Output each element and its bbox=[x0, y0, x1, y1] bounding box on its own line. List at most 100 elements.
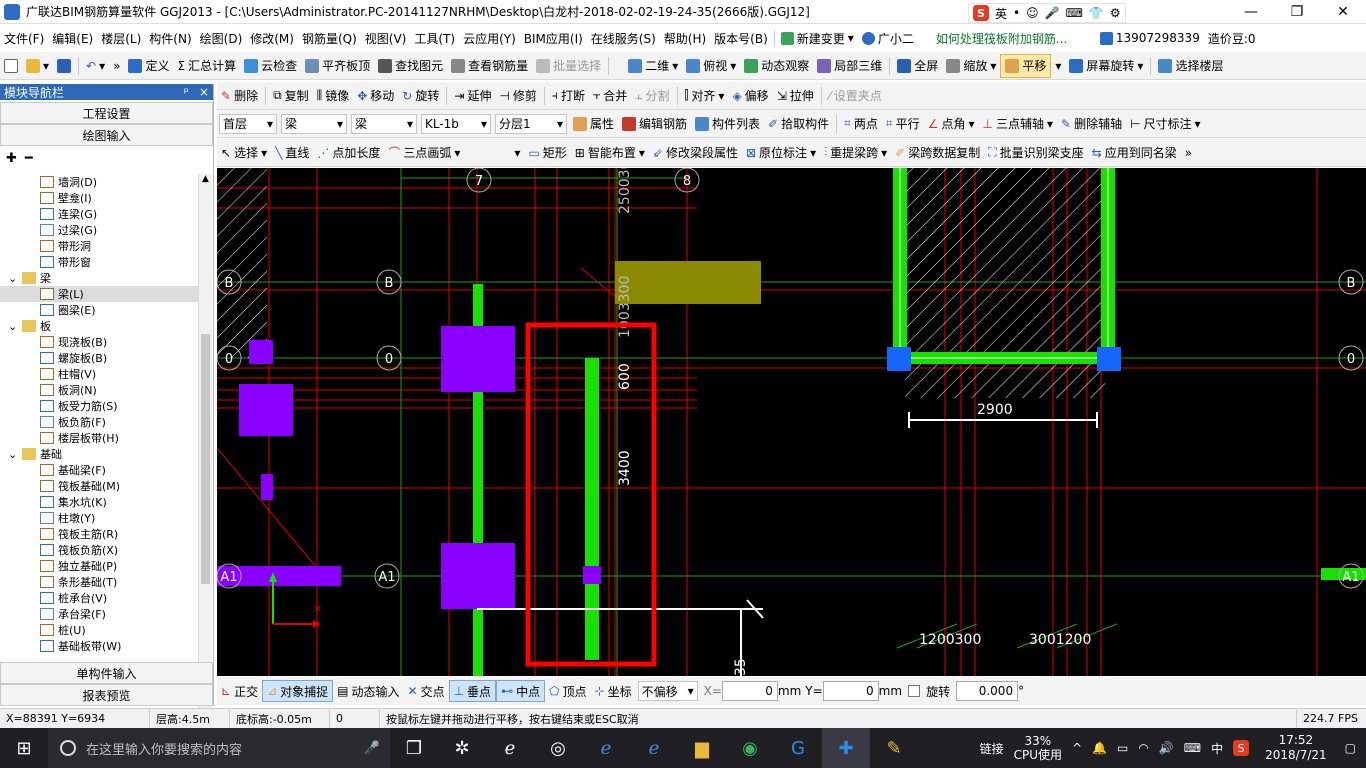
menu-tools[interactable]: 工具(T) bbox=[410, 30, 459, 47]
tree-item[interactable]: 柱帽(V) bbox=[0, 366, 198, 382]
rotate-input[interactable] bbox=[956, 681, 1019, 701]
type-select-1[interactable]: 梁 ▾ bbox=[281, 113, 347, 134]
stretch-button[interactable]: ⇲ 拉伸 bbox=[773, 84, 818, 108]
toolbar-overflow-4[interactable]: » bbox=[1181, 141, 1196, 165]
ime-settings-icon[interactable]: ⚙ bbox=[1110, 6, 1121, 20]
component-select[interactable]: KL-1b ▾ bbox=[421, 113, 491, 134]
view-rebar-button[interactable]: 查看钢筋量 bbox=[447, 54, 532, 78]
local-3d-button[interactable]: 局部三维 bbox=[813, 54, 886, 78]
tree-item[interactable]: 楼层板带(H) bbox=[0, 430, 198, 446]
taskbar-search[interactable]: 在这里输入你要搜索的内容 🎤 bbox=[48, 728, 390, 768]
point-angle-dropdown[interactable]: ∠ 点角 ▾ bbox=[924, 112, 979, 136]
collapse-all-icon[interactable]: ━ bbox=[25, 151, 33, 166]
move-button[interactable]: ✥ 移动 bbox=[353, 84, 398, 108]
beans-count[interactable]: 造价豆:0 bbox=[1204, 30, 1260, 47]
project-settings-tab[interactable]: 工程设置 bbox=[0, 102, 213, 124]
screen-rotate-dropdown[interactable]: 屏幕旋转 ▾ bbox=[1065, 54, 1147, 78]
dimension-dropdown[interactable]: ⊢ 尺寸标注 ▾ bbox=[1126, 112, 1205, 136]
open-file-button[interactable]: ▾ bbox=[22, 54, 53, 78]
tree-item[interactable]: 筏板负筋(X) bbox=[0, 542, 198, 558]
floor-select[interactable]: 首层 ▾ bbox=[219, 113, 277, 134]
question-link[interactable]: 如何处理筏板附加钢筋... bbox=[932, 30, 1092, 47]
save-button[interactable] bbox=[53, 54, 75, 78]
pick-component-button[interactable]: ✐ 拾取构件 bbox=[764, 112, 833, 136]
tree-group[interactable]: ⌄ 梁 bbox=[0, 270, 198, 286]
collapse-chevron-icon[interactable]: ⌄ bbox=[8, 448, 22, 461]
tree-item[interactable]: 带形窗 bbox=[0, 254, 198, 270]
tree-item[interactable]: 螺旋板(B) bbox=[0, 350, 198, 366]
tray-expand-icon[interactable]: ^ bbox=[1072, 741, 1082, 755]
parallel-button[interactable]: ⌗ 平行 bbox=[882, 112, 924, 136]
scroll-up-arrow[interactable]: ▲ bbox=[199, 174, 212, 188]
ie-icon[interactable]: ℯ bbox=[486, 728, 534, 768]
menu-cloud[interactable]: 云应用(Y) bbox=[459, 30, 520, 47]
line-button[interactable]: ╲ 直线 bbox=[271, 141, 313, 165]
batch-identify-support-button[interactable]: ⛶ 批量识别梁支座 bbox=[984, 141, 1087, 165]
battery-icon[interactable]: ▭ bbox=[1117, 741, 1128, 755]
align-dropdown[interactable]: ⫿ 对齐 ▾ bbox=[681, 84, 729, 108]
ime-lang[interactable]: 英 bbox=[995, 5, 1007, 22]
zoom-dropdown[interactable]: 缩放 ▾ bbox=[942, 54, 1000, 78]
tree-item[interactable]: 梁(L) bbox=[0, 286, 198, 302]
start-button[interactable]: ⊞ bbox=[0, 728, 48, 768]
two-point-button[interactable]: ⌗ 两点 bbox=[840, 112, 882, 136]
tree-item[interactable]: 现浇板(B) bbox=[0, 334, 198, 350]
tree-item[interactable]: 板洞(N) bbox=[0, 382, 198, 398]
intersection-snap[interactable]: ✕ 交点 bbox=[404, 680, 449, 702]
rotate-checkbox[interactable] bbox=[908, 685, 921, 697]
view-2d-dropdown[interactable]: 二维 ▾ bbox=[624, 54, 682, 78]
tree-item[interactable]: 筏板基础(M) bbox=[0, 478, 198, 494]
dynamic-input-toggle[interactable]: ▤ 动态输入 bbox=[333, 680, 403, 702]
report-preview-tab[interactable]: 报表预览 bbox=[0, 684, 213, 706]
merge-button[interactable]: ⫟ 合并 bbox=[589, 84, 631, 108]
define-button[interactable]: 定义 bbox=[124, 54, 173, 78]
offset-button[interactable]: ◈ 偏移 bbox=[728, 84, 772, 108]
menu-draw[interactable]: 绘图(D) bbox=[196, 30, 247, 47]
minimize-button[interactable]: — bbox=[1228, 0, 1274, 24]
point-length-button[interactable]: ⋰ 点加长度 bbox=[313, 141, 384, 165]
action-center-icon[interactable]: ▢ bbox=[1345, 741, 1356, 755]
maximize-button[interactable]: ❐ bbox=[1274, 0, 1320, 24]
apply-same-beam-button[interactable]: ⇆ 应用到同名梁 bbox=[1088, 141, 1181, 165]
menu-floor[interactable]: 楼层(L) bbox=[97, 30, 145, 47]
rectangle-button[interactable]: ▭ 矩形 bbox=[524, 141, 570, 165]
pan-dropdown-arrow[interactable]: ▾ bbox=[1051, 54, 1065, 78]
tree-item[interactable]: 筏板主筋(R) bbox=[0, 526, 198, 542]
tree-item[interactable]: 条形基础(T) bbox=[0, 574, 198, 590]
new-change-button[interactable]: 新建变更 ▾ bbox=[777, 30, 858, 47]
undo-button[interactable]: ↶ ▾ bbox=[82, 54, 109, 78]
vertex-snap[interactable]: ⬠ 顶点 bbox=[545, 680, 590, 702]
delete-aux-button[interactable]: ✎ 删除辅轴 bbox=[1057, 112, 1126, 136]
ie-blue-icon[interactable]: ℯ bbox=[630, 728, 678, 768]
ime-punct-icon[interactable]: • bbox=[1013, 6, 1020, 20]
user-account[interactable]: 13907298339 bbox=[1096, 31, 1204, 45]
glodon-icon[interactable]: G bbox=[774, 728, 822, 768]
menu-version[interactable]: 版本号(B) bbox=[710, 30, 772, 47]
object-snap-toggle[interactable]: ⊿ 对象捕捉 bbox=[262, 680, 334, 702]
tree-group[interactable]: ⌄ 基础 bbox=[0, 446, 198, 462]
menu-online[interactable]: 在线服务(S) bbox=[587, 30, 660, 47]
three-point-aux-dropdown[interactable]: ⊥ 三点辅轴 ▾ bbox=[979, 112, 1058, 136]
find-element-button[interactable]: 查找图元 bbox=[374, 54, 447, 78]
collapse-chevron-icon[interactable]: ⌄ bbox=[8, 272, 22, 285]
smart-layout-dropdown[interactable]: ⊞ 智能布置 ▾ bbox=[571, 141, 649, 165]
align-slab-top-button[interactable]: 平齐板顶 bbox=[301, 54, 374, 78]
mirror-button[interactable]: ⫼ 镜像 bbox=[313, 84, 354, 108]
edge-icon[interactable]: ℯ bbox=[582, 728, 630, 768]
canvas-svg[interactable]: 7 8 B B B 0 0 0 A1 A1 A1 600 3400 2900 1… bbox=[217, 168, 1366, 676]
cloud-check-button[interactable]: 云检查 bbox=[240, 54, 301, 78]
menu-help[interactable]: 帮助(H) bbox=[660, 30, 710, 47]
tree-item[interactable]: 壁龛(I) bbox=[0, 190, 198, 206]
spiral-app-icon[interactable]: ◎ bbox=[534, 728, 582, 768]
tree-group[interactable]: ⌄ 板 bbox=[0, 318, 198, 334]
properties-button[interactable]: 属性 bbox=[569, 112, 618, 136]
expand-all-icon[interactable]: ✚ bbox=[6, 151, 17, 166]
volume-icon[interactable]: 🔊 bbox=[1159, 741, 1174, 755]
notification-bell-icon[interactable]: 🔔 bbox=[1092, 741, 1107, 755]
sogou-logo-icon[interactable]: S bbox=[973, 5, 989, 21]
tree-scrollbar[interactable]: ▲ ▼ bbox=[198, 174, 212, 742]
tree-item[interactable]: 承台梁(F) bbox=[0, 606, 198, 622]
link-label[interactable]: 链接 bbox=[980, 740, 1004, 757]
tree-item[interactable]: 墙洞(D) bbox=[0, 174, 198, 190]
tree-item[interactable]: 板受力筋(S) bbox=[0, 398, 198, 414]
